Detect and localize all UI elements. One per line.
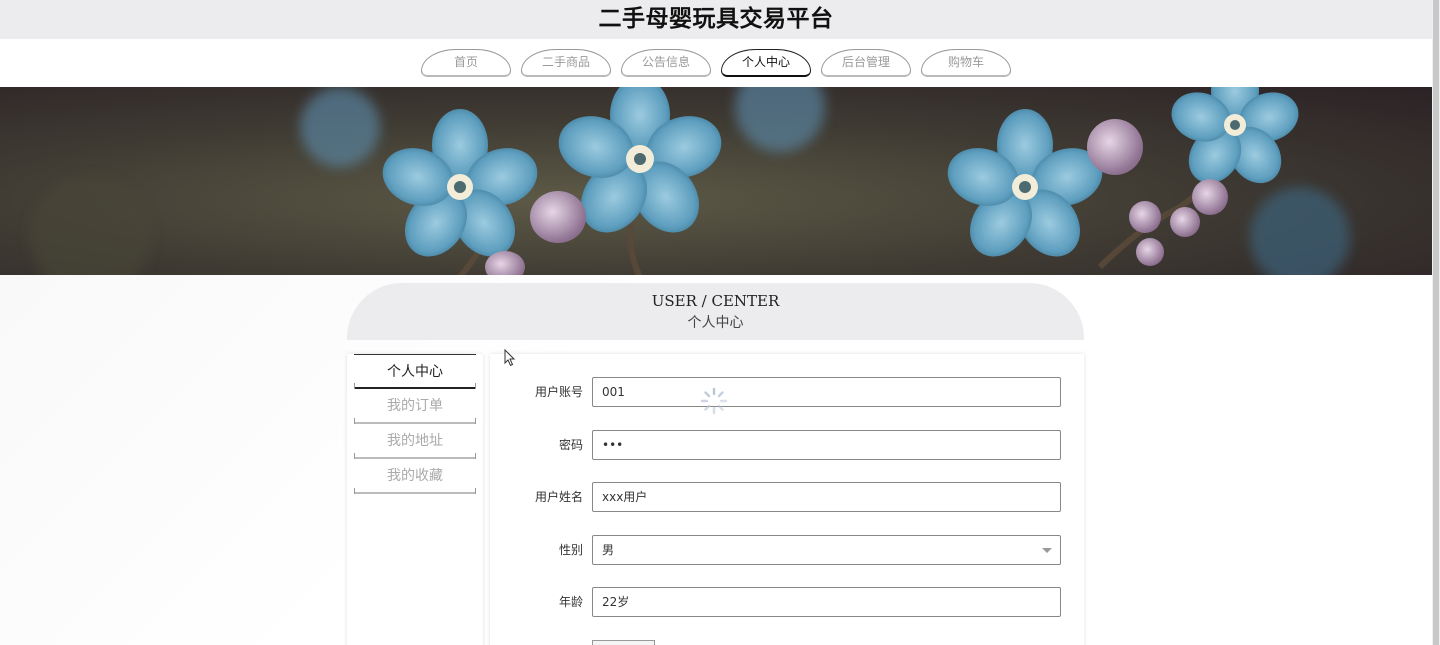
name-label: 用户姓名 xyxy=(534,490,583,504)
gender-select-value: 男 xyxy=(602,543,615,557)
section-title-en: USER / CENTER xyxy=(651,292,780,310)
gender-select[interactable]: 男 xyxy=(592,535,1061,565)
scrollbar-thumb[interactable] xyxy=(1433,0,1439,645)
nav-tab-announcements[interactable]: 公告信息 xyxy=(621,49,711,77)
flower-banner-illustration xyxy=(30,87,1350,275)
age-input[interactable]: 22岁 xyxy=(592,587,1061,617)
section-title-cn: 个人中心 xyxy=(687,315,744,331)
sidebar-item-my-orders[interactable]: 我的订单 xyxy=(354,389,476,424)
form-row-password: 密码 ••• xyxy=(490,430,1084,460)
nav-tab-second-hand-goods[interactable]: 二手商品 xyxy=(521,49,611,77)
age-label: 年龄 xyxy=(558,595,583,609)
nav-tab-cart[interactable]: 购物车 xyxy=(921,49,1011,77)
nav-tab-personal-center[interactable]: 个人中心 xyxy=(721,49,811,77)
chevron-down-icon xyxy=(1042,548,1052,553)
form-row-account: 用户账号 001 xyxy=(490,377,1084,407)
banner-image xyxy=(0,87,1432,275)
page-scrollbar[interactable] xyxy=(1432,0,1440,645)
password-input[interactable]: ••• xyxy=(592,430,1061,460)
form-row-gender: 性别 男 xyxy=(490,535,1084,565)
nav-tab-admin[interactable]: 后台管理 xyxy=(821,49,911,77)
main-nav: 首页 二手商品 公告信息 个人中心 后台管理 购物车 xyxy=(0,39,1432,87)
sidebar-item-my-favorites[interactable]: 我的收藏 xyxy=(354,459,476,494)
gender-label: 性别 xyxy=(558,543,583,557)
spinner-icon xyxy=(700,387,728,415)
sidebar-item-my-addresses[interactable]: 我的地址 xyxy=(354,424,476,459)
account-label: 用户账号 xyxy=(534,385,583,399)
form-row-age: 年龄 22岁 xyxy=(490,587,1084,617)
name-input[interactable]: xxx用户 xyxy=(592,482,1061,512)
password-label: 密码 xyxy=(558,438,583,452)
profile-form: 用户账号 001 密码 ••• 用户姓名 xxx用户 性别 男 年龄 22岁 xyxy=(490,354,1084,645)
avatar-upload-thumbnail[interactable] xyxy=(592,640,655,645)
mouse-pointer-icon xyxy=(504,349,516,367)
form-row-name: 用户姓名 xxx用户 xyxy=(490,482,1084,512)
nav-tab-home[interactable]: 首页 xyxy=(421,49,511,77)
title-bar: 二手母婴玩具交易平台 xyxy=(0,0,1432,39)
user-sidebar: 个人中心 我的订单 我的地址 我的收藏 xyxy=(347,354,483,645)
account-input[interactable]: 001 xyxy=(592,377,1061,407)
site-title: 二手母婴玩具交易平台 xyxy=(598,6,834,32)
section-header: USER / CENTER 个人中心 xyxy=(347,283,1084,340)
sidebar-item-personal-center[interactable]: 个人中心 xyxy=(354,354,476,389)
